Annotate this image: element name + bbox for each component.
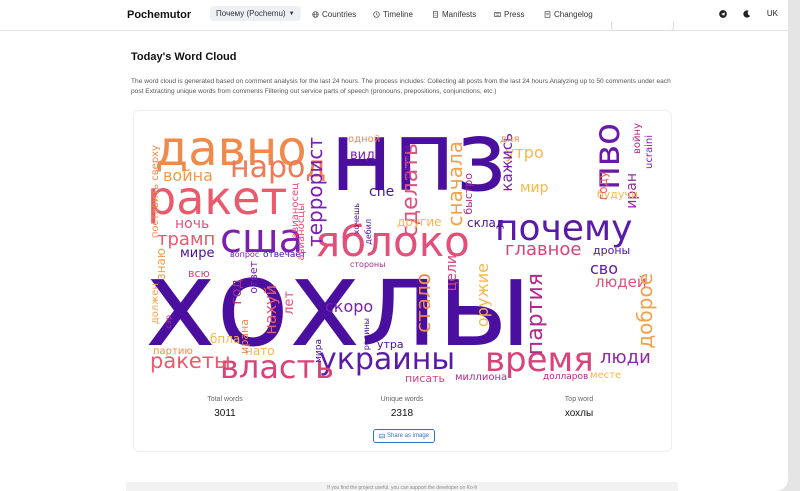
- cloud-word: году: [596, 171, 610, 201]
- cloud-word: оружие: [473, 263, 492, 328]
- stat-top-value: хохлы: [564, 408, 594, 419]
- footer-support-banner: If you find the project useful, you can …: [126, 482, 678, 491]
- nav-timeline-label: Timeline: [383, 10, 413, 19]
- nav-manifests-label: Manifests: [442, 10, 477, 19]
- list-icon: [544, 11, 551, 18]
- nav-timeline[interactable]: Timeline: [373, 10, 413, 19]
- nav-countries[interactable]: Countries: [312, 10, 356, 19]
- cloud-word: партия: [523, 273, 548, 356]
- nav-changelog-label: Changelog: [554, 10, 593, 19]
- stat-unique-value: 2318: [390, 408, 414, 419]
- cloud-word: родины: [362, 318, 371, 351]
- cloud-word: месте: [590, 370, 622, 381]
- cloud-word: люди: [600, 347, 651, 368]
- language-switch[interactable]: UK: [767, 9, 778, 18]
- word-cloud: нпз хохлы давно ракет яблоко почему сша народ пв…: [145, 109, 660, 388]
- share-as-image-button[interactable]: Share as image: [373, 429, 436, 443]
- image-icon: [379, 433, 385, 439]
- cloud-word: ирана: [238, 319, 251, 354]
- cloud-word: войну: [632, 123, 643, 154]
- cloud-word: вопрос: [230, 250, 260, 259]
- cloud-word: быстро: [462, 173, 475, 215]
- cloud-word: сво: [590, 259, 619, 278]
- nav-press[interactable]: Press: [494, 10, 524, 19]
- section-description: The word cloud is generated based on com…: [131, 78, 671, 95]
- cloud-word: миллиона: [455, 372, 508, 383]
- nav-press-label: Press: [504, 10, 525, 19]
- telegram-icon[interactable]: [719, 9, 727, 18]
- cloud-word: утра: [377, 338, 404, 351]
- cloud-word: год: [229, 279, 245, 305]
- share-button-label: Share as image: [387, 433, 430, 439]
- nav-countries-label: Countries: [322, 10, 357, 19]
- cloud-word: лет: [282, 291, 297, 315]
- cloud-word: стало: [411, 273, 435, 333]
- cloud-word: поставить сверху: [150, 145, 161, 239]
- cloud-word: должен: [150, 283, 161, 325]
- cloud-word: авианосец: [290, 183, 301, 239]
- cloud-word: доброе: [633, 273, 657, 349]
- cloud-word: дня: [500, 134, 520, 145]
- cloud-word: ответ: [247, 261, 260, 294]
- document-icon: [433, 11, 438, 18]
- cloud-word: сэр: [164, 315, 173, 329]
- caret-down-icon: ▼: [288, 10, 295, 17]
- cloud-word: цели: [444, 255, 460, 292]
- moon-icon[interactable]: [743, 9, 751, 18]
- cloud-word: бпла: [210, 332, 241, 346]
- globe-icon: [312, 11, 319, 18]
- cloud-word: мира: [314, 339, 324, 363]
- partial-button[interactable]: [611, 22, 674, 31]
- cloud-word: дебил: [364, 219, 373, 245]
- nav-actions: UK: [719, 9, 778, 18]
- cloud-word: украина: [402, 145, 411, 180]
- cloud-word: всю: [188, 267, 210, 280]
- cloud-word: долларов: [543, 372, 589, 382]
- section-title: Today's Word Cloud: [131, 51, 237, 63]
- stat-unique: Unique words 2318: [342, 396, 462, 419]
- cloud-word: вид: [350, 148, 376, 163]
- cloud-word: другие: [397, 215, 442, 229]
- nav-manifests[interactable]: Manifests: [432, 10, 476, 19]
- pochemu-dropdown-label: Почему (Pochemu): [216, 9, 286, 18]
- stat-top: Top word хохлы: [519, 396, 639, 419]
- cloud-word: ucraini: [644, 135, 655, 169]
- nav-changelog[interactable]: Changelog: [544, 10, 593, 19]
- cloud-word: террорист: [303, 137, 327, 247]
- cloud-word: мире: [180, 246, 215, 261]
- page: Pochemutor Почему (Pochemu) ▼ Countries …: [0, 0, 788, 491]
- stat-unique-label: Unique words: [380, 396, 424, 403]
- pochemu-dropdown[interactable]: Почему (Pochemu) ▼: [210, 6, 301, 21]
- brand-logo[interactable]: Pochemutor: [127, 9, 191, 21]
- cloud-word: стороны: [350, 260, 386, 269]
- cloud-word: писать: [405, 372, 446, 385]
- stat-total-value: 3011: [214, 408, 236, 419]
- cloud-word: склад: [467, 216, 505, 230]
- cloud-word: знаю: [154, 248, 168, 280]
- stat-total-label: Total words: [207, 396, 243, 403]
- clock-icon: [373, 11, 380, 18]
- cloud-word: одной: [348, 134, 381, 145]
- cloud-word: дроны: [593, 244, 631, 257]
- cloud-word: скоро: [325, 297, 374, 316]
- cloud-word: che: [369, 184, 395, 200]
- cloud-word: главное: [505, 239, 582, 260]
- newspaper-icon: [494, 12, 501, 17]
- cloud-word: хочешь: [352, 203, 361, 235]
- stat-total: Total words 3011: [165, 396, 285, 419]
- cloud-word: война: [163, 166, 213, 185]
- stat-top-label: Top word: [564, 396, 594, 403]
- cloud-word: партию: [153, 346, 193, 357]
- cloud-word: мир: [520, 180, 549, 196]
- cloud-word: нахуй: [261, 285, 280, 335]
